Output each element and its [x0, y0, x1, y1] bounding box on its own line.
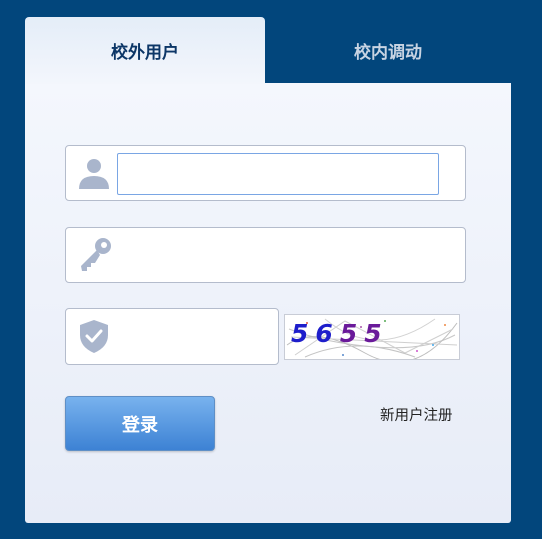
login-button[interactable]: 登录 — [65, 396, 215, 451]
key-icon — [81, 238, 111, 271]
captcha-image[interactable]: 5655 — [284, 314, 460, 363]
captcha-digit: 5 — [339, 319, 365, 348]
tab-internal-transfer-label: 校内调动 — [354, 43, 422, 63]
captcha-digit: 5 — [364, 319, 389, 348]
captcha-digit: 6 — [315, 319, 340, 348]
tab-external-user[interactable]: 校外用户 — [25, 17, 265, 84]
tab-external-user-label: 校外用户 — [111, 43, 179, 63]
user-icon — [79, 159, 109, 189]
captcha-field — [65, 308, 279, 365]
shield-check-icon — [80, 320, 108, 353]
password-field — [65, 227, 466, 283]
username-field — [65, 145, 466, 201]
captcha-text: 5655 — [291, 317, 389, 351]
username-input[interactable] — [117, 153, 439, 195]
captcha-input[interactable] — [117, 316, 272, 358]
password-input[interactable] — [117, 235, 457, 277]
tab-internal-transfer[interactable]: 校内调动 — [265, 17, 511, 84]
captcha-digit: 5 — [291, 319, 316, 348]
register-link[interactable]: 新用户注册 — [380, 404, 453, 425]
